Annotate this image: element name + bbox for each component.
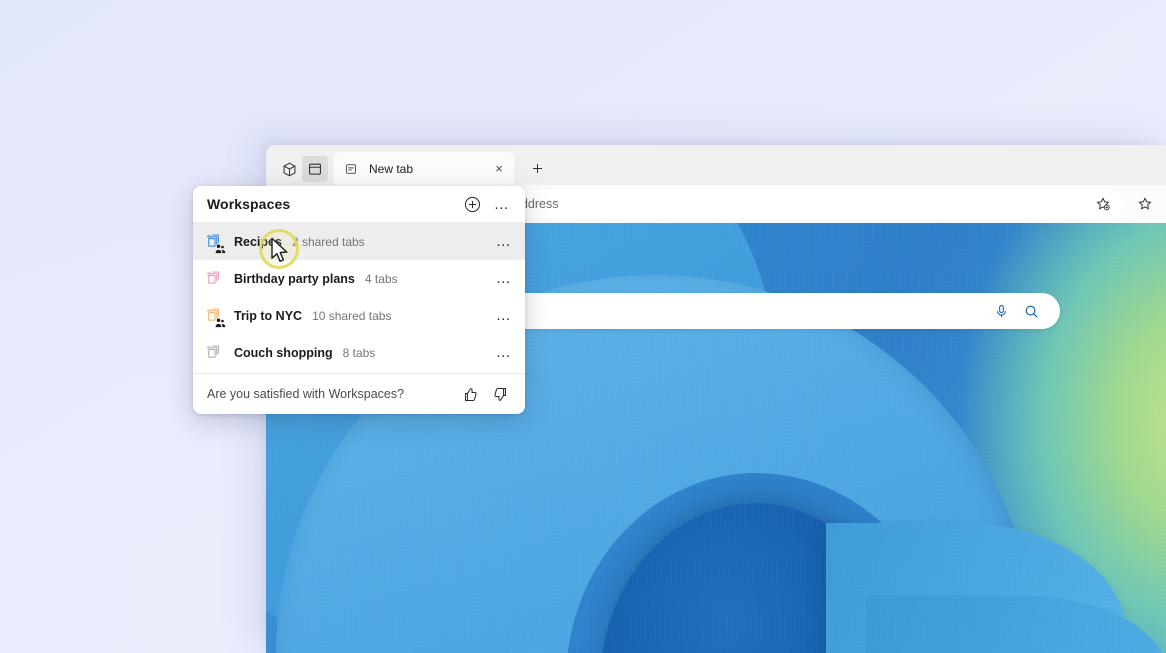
address-bar[interactable]: address	[498, 190, 1124, 218]
shared-people-badge-icon	[215, 318, 226, 327]
search-icon[interactable]	[1016, 296, 1046, 326]
workspace-name: Birthday party plans	[234, 271, 355, 286]
create-workspace-button[interactable]	[457, 189, 487, 219]
new-tab-button[interactable]	[523, 154, 551, 182]
browser-tab[interactable]: New tab ×	[334, 152, 514, 185]
cube-icon	[283, 162, 295, 176]
page-icon	[346, 163, 356, 174]
workspace-more-button[interactable]: …	[491, 340, 517, 366]
magnifier-glyph	[1025, 305, 1038, 318]
workspace-tab-count: 10 shared tabs	[312, 308, 392, 323]
workspace-stack-icon	[203, 305, 226, 327]
thumbs-down-icon	[493, 387, 506, 401]
thumbs-up-button[interactable]	[455, 379, 485, 409]
workspace-item[interactable]: Couch shopping 8 tabs …	[193, 334, 525, 371]
workspace-name: Couch shopping	[234, 345, 333, 360]
workspace-more-button[interactable]: …	[491, 229, 517, 255]
plus-icon	[532, 163, 542, 173]
workspaces-feedback-footer: Are you satisfied with Workspaces?	[193, 374, 525, 414]
workspace-tab-count: 4 tabs	[364, 271, 398, 286]
workspace-tab-count: 8 tabs	[342, 345, 376, 360]
microphone-icon[interactable]	[986, 296, 1016, 326]
collections-button[interactable]	[1132, 191, 1158, 217]
workspace-item[interactable]: Recipes 2 shared tabs…	[193, 223, 525, 260]
workspace-item[interactable]: Birthday party plans 4 tabs …	[193, 260, 525, 297]
new-tab-page-icon	[344, 161, 360, 177]
add-favorite-star-icon[interactable]	[1090, 191, 1116, 217]
workspace-stack-icon	[203, 268, 225, 290]
address-bar-text[interactable]: address	[514, 197, 1090, 211]
mouse-pointer-icon	[271, 237, 288, 262]
workspaces-header: Workspaces …	[193, 186, 525, 222]
star-plus-icon	[1096, 197, 1110, 211]
tab-strip: New tab ×	[266, 145, 1166, 185]
workspaces-flyout: Workspaces … Recipes 2 shared tabs… Birthd…	[193, 186, 525, 414]
desktop-backdrop: New tab × address Workspaces … Recipes 2…	[0, 0, 1166, 653]
tab-title: New tab	[369, 161, 414, 176]
workspace-tab-count: 2 shared tabs	[291, 234, 365, 249]
workspaces-list: Recipes 2 shared tabs… Birthday party plan…	[193, 223, 525, 373]
tab-close-button[interactable]: ×	[490, 160, 508, 178]
workspaces-more-button[interactable]: …	[487, 189, 517, 219]
workspace-stack-icon	[203, 342, 225, 364]
workspace-more-button[interactable]: …	[491, 303, 517, 329]
collections-star-icon	[1138, 197, 1152, 210]
mic-glyph	[996, 304, 1006, 317]
workspaces-button[interactable]	[276, 156, 302, 182]
tab-actions-button[interactable]	[302, 156, 328, 182]
thumbs-up-icon	[464, 387, 477, 401]
shared-people-badge-icon	[215, 244, 226, 253]
thumbs-down-button[interactable]	[485, 379, 515, 409]
workspace-more-button[interactable]: …	[491, 266, 517, 292]
tab-actions-icon	[309, 163, 321, 175]
feedback-question: Are you satisfied with Workspaces?	[207, 387, 405, 401]
workspace-item[interactable]: Trip to NYC 10 shared tabs …	[193, 297, 525, 334]
workspace-stack-icon	[203, 231, 226, 253]
workspaces-title: Workspaces	[207, 196, 291, 212]
workspace-name: Trip to NYC	[234, 308, 303, 323]
add-circle-icon	[464, 196, 480, 212]
